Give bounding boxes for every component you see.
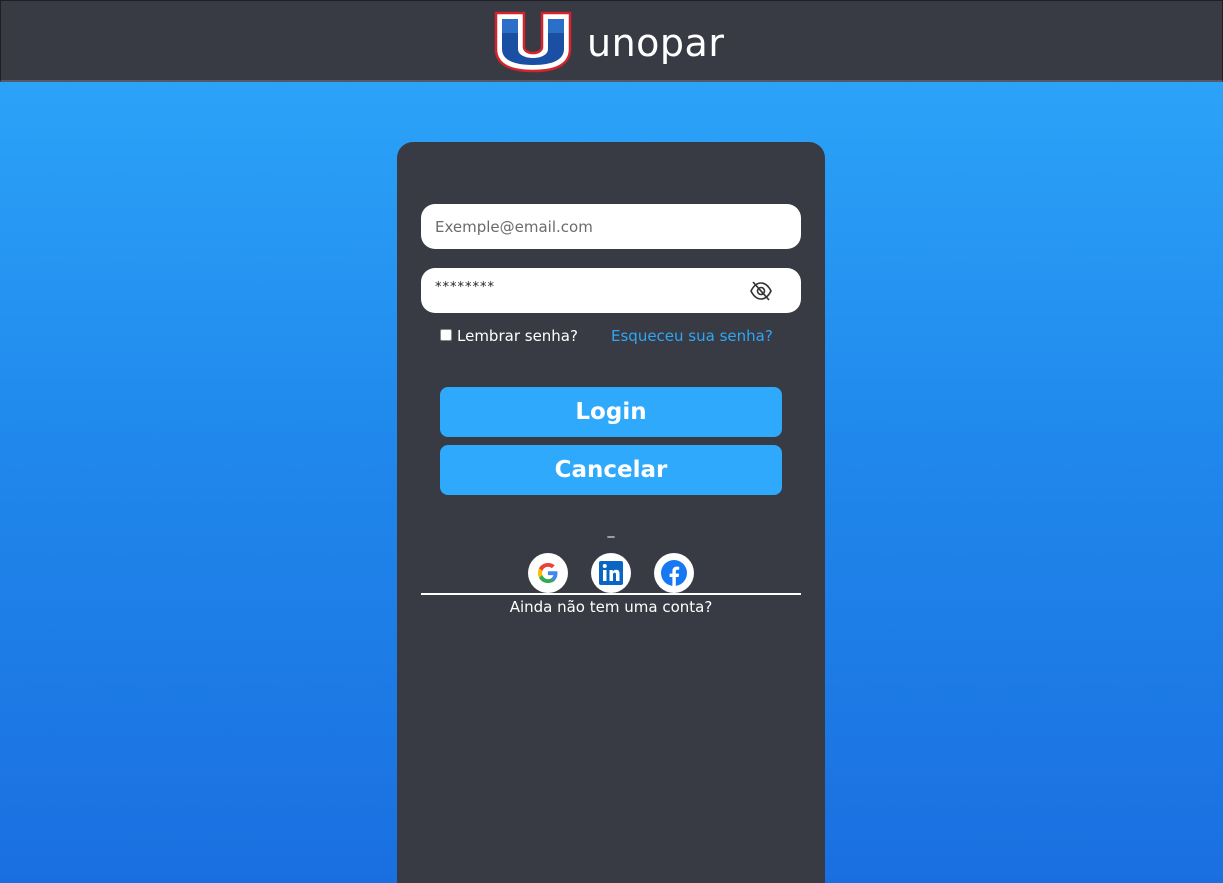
login-button[interactable]: Login: [440, 387, 782, 437]
separator-mark: _: [607, 522, 615, 538]
login-card: Lembrar senha? Esqueceu sua senha? Login…: [397, 142, 825, 883]
forgot-password-link[interactable]: Esqueceu sua senha?: [611, 327, 773, 345]
facebook-icon: [661, 560, 687, 586]
password-input[interactable]: [435, 265, 735, 310]
remember-password-label: Lembrar senha?: [457, 327, 578, 345]
linkedin-login-button[interactable]: [591, 553, 631, 593]
brand-name: unopar: [587, 21, 725, 65]
divider-line: [421, 593, 801, 595]
eye-slash-icon[interactable]: [749, 280, 773, 302]
cancel-button[interactable]: Cancelar: [440, 445, 782, 495]
google-icon: [538, 563, 558, 583]
linkedin-icon: [599, 561, 623, 585]
password-field-wrapper: [421, 265, 801, 313]
top-bar: unopar: [0, 0, 1223, 82]
remember-password-checkbox[interactable]: [440, 329, 452, 341]
google-login-button[interactable]: [528, 553, 568, 593]
email-input[interactable]: [435, 204, 735, 249]
email-field-wrapper: [421, 204, 801, 249]
unopar-logo-icon: [494, 11, 572, 73]
facebook-login-button[interactable]: [654, 553, 694, 593]
signup-link[interactable]: Ainda não tem uma conta?: [397, 598, 825, 616]
